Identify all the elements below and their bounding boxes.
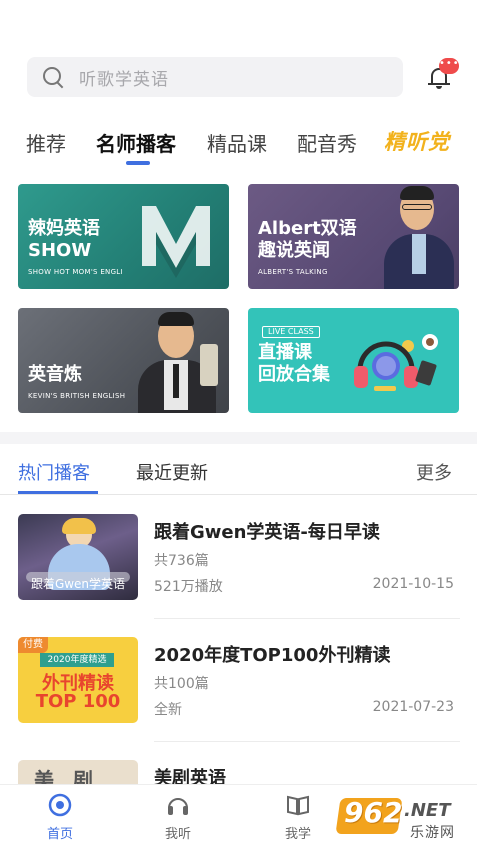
thumbnail-line1: 2020年度精选 <box>40 653 114 667</box>
section-divider <box>0 432 477 444</box>
headphones-illustration <box>354 334 438 391</box>
nav-home-label: 首页 <box>46 827 73 842</box>
search-icon <box>43 67 63 87</box>
watermark-number: 962 <box>344 796 403 829</box>
tab-recent-updates[interactable]: 最近更新 <box>136 459 208 485</box>
card-subtitle: SHOW HOT MOM'S ENGLI <box>28 268 123 276</box>
nav-listen[interactable]: 我听 <box>148 793 208 842</box>
site-watermark: 962 .NET 乐游网 <box>335 794 472 844</box>
watermark-domain: .NET <box>404 800 451 821</box>
card-title-line2: 趣说英闻 <box>258 240 330 261</box>
card-subtitle: ALBERT'S TALKING <box>258 268 328 276</box>
search-placeholder: 听歌学英语 <box>79 69 169 90</box>
thumbnail-text: 美 剧 <box>34 768 99 786</box>
list-item[interactable]: 跟着Gwen学英语 跟着Gwen学英语-每日早读 共736篇 521万播放 20… <box>18 514 460 619</box>
paid-tag: 付费 <box>18 637 48 653</box>
podcast-thumbnail: 付费 2020年度精选 外刊精读 TOP 100 <box>18 637 138 723</box>
list-item-title: 跟着Gwen学英语-每日早读 <box>154 522 380 543</box>
tab-hot-podcasts[interactable]: 热门播客 <box>18 459 90 485</box>
watermark-sitename: 乐游网 <box>410 825 455 841</box>
list-item-count: 共736篇 <box>154 553 209 569</box>
host-photo <box>128 308 228 413</box>
list-item-title: 美剧英语 <box>154 768 226 786</box>
active-tab-indicator <box>126 161 150 165</box>
podcast-card-hot-mom[interactable]: 辣妈英语 SHOW SHOW HOT MOM'S ENGLI <box>18 184 229 289</box>
book-icon <box>286 793 310 817</box>
card-title-line2: SHOW <box>28 240 92 261</box>
list-item-plays: 全新 <box>154 702 182 718</box>
tab-dubbing-show[interactable]: 配音秀 <box>297 128 357 157</box>
home-icon <box>48 793 72 817</box>
notification-badge: ••• <box>439 58 459 74</box>
thumbnail-line3: TOP 100 <box>35 691 121 712</box>
more-link[interactable]: 更多 <box>416 459 452 485</box>
list-item-date: 2021-10-15 <box>372 576 454 592</box>
subtab-divider <box>0 494 477 495</box>
nav-home[interactable]: 首页 <box>30 793 90 842</box>
list-item-count: 共100篇 <box>154 676 209 692</box>
podcast-thumbnail: 美 剧 <box>18 760 138 786</box>
headphones-icon <box>166 793 190 817</box>
list-item-date: 2021-07-23 <box>372 699 454 715</box>
list-item-title: 2020年度TOP100外刊精读 <box>154 645 391 666</box>
tab-premium-course[interactable]: 精品课 <box>207 128 267 157</box>
list-divider <box>154 618 460 619</box>
podcast-card-kevin[interactable]: 英音炼 KEVIN'S BRITISH ENGLISH <box>18 308 229 413</box>
nav-study-label: 我学 <box>284 827 311 842</box>
list-item-plays: 521万播放 <box>154 579 223 595</box>
card-subtitle: KEVIN'S BRITISH ENGLISH <box>28 392 126 400</box>
live-replay-card[interactable]: LIVE CLASS 直播课 回放合集 <box>248 308 459 413</box>
card-title-line1: 辣妈英语 <box>28 218 100 239</box>
host-photo <box>378 184 458 289</box>
search-bar[interactable]: 听歌学英语 <box>27 57 403 97</box>
tab-intensive-listening[interactable]: 精听党 <box>384 126 450 156</box>
nav-listen-label: 我听 <box>164 827 191 842</box>
list-item[interactable]: 美 剧 美剧英语 <box>18 760 460 786</box>
card-title-line1: 英音炼 <box>28 364 82 385</box>
tab-podcast[interactable]: 名师播客 <box>96 128 176 157</box>
category-tabs: 推荐 名师播客 精品课 配音秀 精听党 <box>0 118 477 168</box>
tab-recommend[interactable]: 推荐 <box>26 128 66 157</box>
podcast-thumbnail: 跟着Gwen学英语 <box>18 514 138 600</box>
card-title-line1: Albert双语 <box>258 218 357 239</box>
nav-study[interactable]: 我学 <box>268 793 328 842</box>
podcast-card-albert[interactable]: Albert双语 趣说英闻 ALBERT'S TALKING <box>248 184 459 289</box>
list-item[interactable]: 付费 2020年度精选 外刊精读 TOP 100 2020年度TOP100外刊精… <box>18 637 460 742</box>
thumbnail-caption: 跟着Gwen学英语 <box>30 577 126 591</box>
list-divider <box>154 741 460 742</box>
